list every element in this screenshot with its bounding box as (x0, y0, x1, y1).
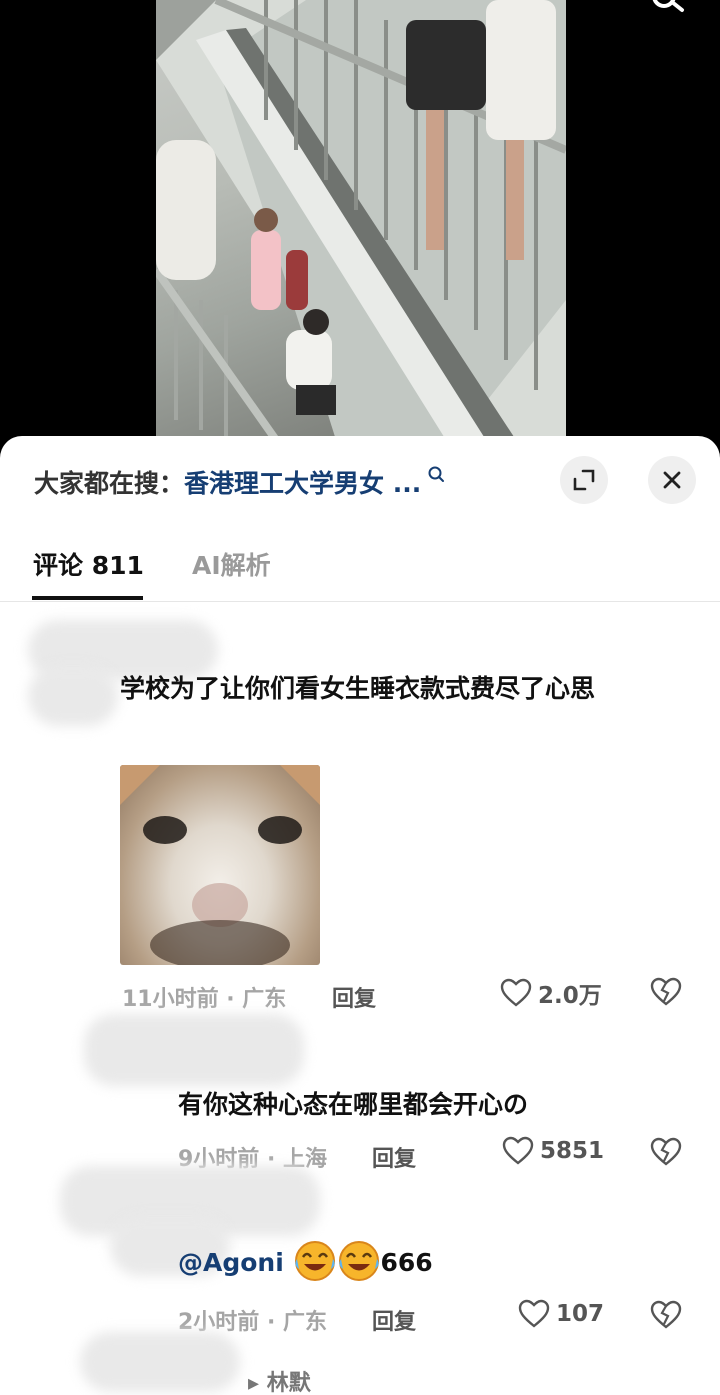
comment-image[interactable] (120, 765, 320, 965)
broken-heart-icon[interactable] (650, 1137, 682, 1167)
reply-button[interactable]: 回复 (332, 981, 376, 1013)
reply-button[interactable]: 回复 (372, 1304, 416, 1336)
expand-replies-link[interactable]: ▸ 林默 (248, 1365, 311, 1395)
comment-text: @Agoni 666 (178, 1240, 678, 1286)
tab-ai-analysis[interactable]: AI解析 (192, 546, 271, 582)
comment-time-location: 11小时前 · 广东 (122, 987, 287, 1012)
close-button[interactable] (648, 456, 696, 504)
expand-button[interactable] (560, 456, 608, 504)
comment-tabs: 评论 811 AI解析 (0, 536, 720, 602)
comment-sheet: 大家都在搜： 香港理工大学男女 ... 评论 811 AI解析 学校为了让你们看… (0, 436, 720, 1395)
comment-text: 有你这种心态在哪里都会开心の (178, 1090, 529, 1119)
like-button[interactable]: 2.0万 (500, 976, 602, 1010)
heart-icon (502, 1136, 534, 1165)
video-frame[interactable] (156, 0, 566, 440)
close-icon (663, 471, 681, 489)
like-button[interactable]: 107 (518, 1299, 604, 1329)
user-mention[interactable]: @Agoni (178, 1248, 284, 1277)
reply-avatar-redacted (80, 1332, 240, 1392)
like-button[interactable]: 5851 (502, 1136, 604, 1166)
small-search-icon (428, 466, 445, 482)
expand-icon (573, 469, 595, 491)
comment-text: 学校为了让你们看女生睡衣款式费尽了心思 (120, 674, 596, 703)
comment-text-suffix: 666 (380, 1248, 433, 1277)
broken-heart-icon[interactable] (650, 977, 682, 1007)
laughing-crying-emoji-icon (294, 1241, 335, 1281)
reply-avatar-redacted (84, 1014, 304, 1086)
like-count: 107 (556, 1301, 605, 1327)
like-count: 5851 (540, 1138, 605, 1164)
trending-search-term[interactable]: 香港理工大学男女 ... (184, 464, 421, 500)
video-content-image (156, 0, 566, 440)
heart-icon (500, 978, 532, 1007)
cat-face-image (120, 765, 320, 965)
active-tab-indicator (32, 596, 143, 600)
heart-icon (518, 1299, 550, 1328)
laughing-crying-emoji-icon (338, 1241, 379, 1281)
video-player[interactable] (0, 0, 720, 460)
like-count: 2.0万 (538, 983, 602, 1009)
trending-search-prefix: 大家都在搜： (34, 469, 185, 498)
broken-heart-icon[interactable] (650, 1300, 682, 1330)
trending-search[interactable]: 大家都在搜： 香港理工大学男女 ... (34, 462, 554, 502)
reply-button[interactable]: 回复 (372, 1141, 416, 1173)
username-redacted (28, 666, 118, 726)
tab-comments[interactable]: 评论 811 (33, 546, 144, 582)
search-icon[interactable] (648, 0, 688, 18)
